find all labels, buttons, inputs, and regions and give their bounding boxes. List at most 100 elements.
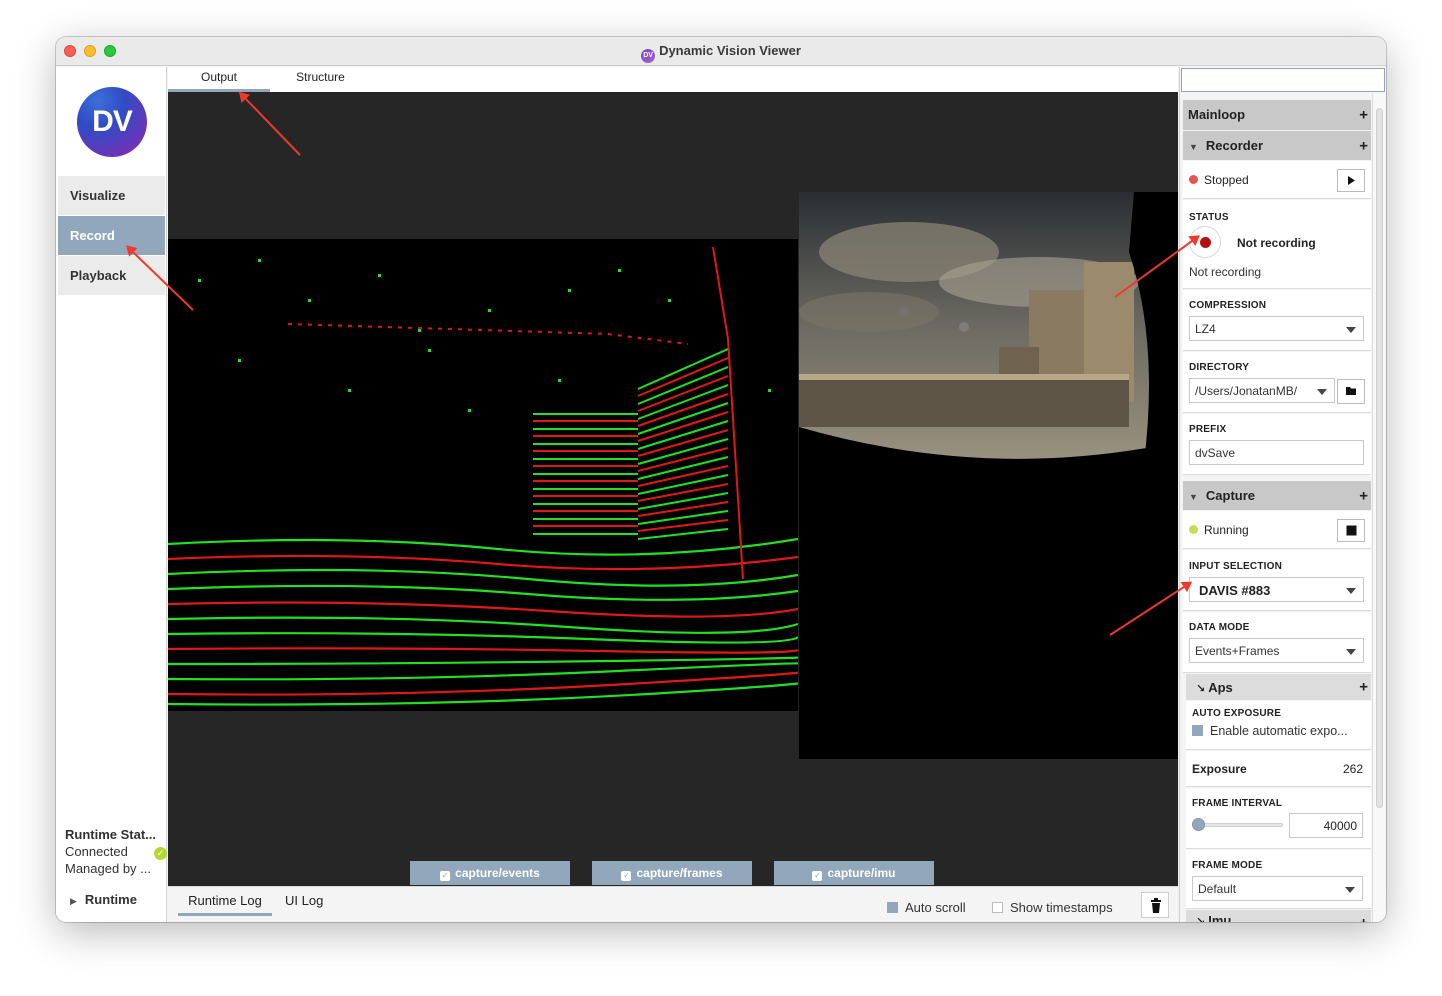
title-bar: DV Dynamic Vision Viewer xyxy=(56,37,1386,66)
stream-tab-capture-imu[interactable]: ✓ capture/imu xyxy=(774,861,934,885)
section-mainloop[interactable]: Mainloop + xyxy=(1183,100,1371,130)
collapse-arrow-icon: ↘ xyxy=(1196,916,1206,922)
frame-mode-card: FRAME MODE Default xyxy=(1186,850,1371,909)
input-selection-select[interactable]: DAVIS #883 xyxy=(1189,577,1364,602)
recorder-state-text: Stopped xyxy=(1204,173,1249,187)
add-icon[interactable]: + xyxy=(1359,487,1368,504)
exposure-label: Exposure xyxy=(1192,762,1247,776)
frame-visualization xyxy=(799,192,1178,462)
chevron-down-icon xyxy=(1346,588,1356,594)
runtime-status: Runtime Stat... Connected Managed by ...… xyxy=(65,826,167,877)
data-mode-select[interactable]: Events+Frames xyxy=(1189,638,1364,663)
frame-interval-slider[interactable] xyxy=(1192,818,1283,831)
recorder-state-row: Stopped xyxy=(1183,161,1371,199)
config-panel: Mainloop + ▼ Recorder + Stopped STATUS Not … xyxy=(1179,67,1386,922)
log-bar: Runtime Log UI Log Auto scroll Show time… xyxy=(168,886,1178,922)
section-aps[interactable]: ↘ Aps + xyxy=(1186,674,1371,700)
auto-exposure-checkbox[interactable]: Enable automatic expo... xyxy=(1192,724,1348,738)
folder-icon xyxy=(1346,387,1356,395)
slider-handle[interactable] xyxy=(1192,818,1205,831)
frame-interval-input[interactable]: 40000 xyxy=(1289,813,1363,838)
start-recorder-button[interactable] xyxy=(1337,169,1365,192)
prefix-card: PREFIX dvSave xyxy=(1183,414,1371,475)
trash-icon xyxy=(1151,898,1161,913)
tab-ui-log[interactable]: UI Log xyxy=(285,893,323,913)
app-window: DV Dynamic Vision Viewer DV Visualize Rec… xyxy=(56,37,1386,922)
running-status-icon xyxy=(1189,525,1198,534)
checkbox-checked-icon xyxy=(1192,725,1203,736)
directory-value: /Users/JonatanMB/ xyxy=(1195,384,1298,398)
capture-state-text: Running xyxy=(1204,523,1249,537)
exposure-value[interactable]: 262 xyxy=(1343,762,1363,776)
show-timestamps-checkbox[interactable]: Show timestamps xyxy=(992,900,1113,915)
clear-log-button[interactable] xyxy=(1141,892,1169,918)
stream-tab-label: capture/events xyxy=(455,866,540,880)
frame-mode-select[interactable]: Default xyxy=(1192,876,1363,901)
status-subtext: Not recording xyxy=(1189,265,1262,279)
prefix-input[interactable]: dvSave xyxy=(1189,440,1364,465)
runtime-tree-item[interactable]: ▶ Runtime xyxy=(70,892,137,907)
section-capture-title: Capture xyxy=(1205,488,1256,503)
auto-exposure-card: AUTO EXPOSURE Enable automatic expo... xyxy=(1186,701,1371,750)
chevron-down-icon xyxy=(1345,887,1355,893)
browse-directory-button[interactable] xyxy=(1337,379,1365,404)
window-title-text: Dynamic Vision Viewer xyxy=(659,43,801,58)
chevron-down-icon[interactable] xyxy=(1317,389,1327,395)
runtime-status-title: Runtime Stat... xyxy=(65,827,157,842)
section-capture[interactable]: ▼ Capture + xyxy=(1183,481,1371,510)
panel-scrollbar[interactable] xyxy=(1372,94,1385,922)
recorder-state: Stopped xyxy=(1189,173,1249,187)
recorder-status-card: STATUS Not recording Not recording xyxy=(1183,200,1371,289)
play-icon xyxy=(1348,176,1355,185)
collapse-triangle-icon: ▼ xyxy=(1189,142,1198,152)
left-sidebar: DV Visualize Record Playback Runtime Sta… xyxy=(56,67,167,922)
nav-record[interactable]: Record xyxy=(58,216,165,255)
stream-tab-capture-events[interactable]: ✓ capture/events xyxy=(410,861,570,885)
add-icon[interactable]: + xyxy=(1359,137,1368,154)
directory-input[interactable]: /Users/JonatanMB/ xyxy=(1189,378,1335,403)
add-icon[interactable]: + xyxy=(1359,679,1368,696)
stream-tab-capture-frames[interactable]: ✓ capture/frames xyxy=(592,861,752,885)
collapse-arrow-icon: ↘ xyxy=(1196,683,1206,695)
compression-select[interactable]: LZ4 xyxy=(1189,316,1364,341)
nav-visualize[interactable]: Visualize xyxy=(58,176,165,215)
event-camera-view[interactable] xyxy=(168,239,798,711)
frame-mode-label: FRAME MODE xyxy=(1192,860,1263,871)
output-viewport: ✓ capture/events ✓ capture/frames ✓ capture… xyxy=(168,92,1178,886)
auto-exposure-checkbox-label: Enable automatic expo... xyxy=(1210,724,1348,738)
window-title: DV Dynamic Vision Viewer xyxy=(56,43,1386,63)
add-icon[interactable]: + xyxy=(1359,915,1368,923)
checkbox-icon: ✓ xyxy=(440,871,451,881)
section-imu-title: Imu xyxy=(1208,913,1232,922)
capture-state-row: Running xyxy=(1183,511,1371,549)
section-aps-title: Aps xyxy=(1208,680,1233,695)
tab-structure[interactable]: Structure xyxy=(278,67,363,92)
tab-runtime-log[interactable]: Runtime Log xyxy=(178,893,272,916)
checkbox-checked-icon xyxy=(887,902,898,913)
section-recorder[interactable]: ▼ Recorder + xyxy=(1183,131,1371,160)
scroll-thumb[interactable] xyxy=(1376,108,1383,808)
panel-search-input[interactable] xyxy=(1181,68,1385,92)
runtime-connected: Connected xyxy=(65,844,128,859)
connected-check-icon: ✓ xyxy=(154,847,167,860)
nav-playback[interactable]: Playback xyxy=(58,256,165,295)
auto-scroll-label: Auto scroll xyxy=(905,900,966,915)
frame-camera-view[interactable] xyxy=(799,192,1178,462)
section-imu[interactable]: ↘Imu + xyxy=(1186,910,1371,922)
data-mode-label: DATA MODE xyxy=(1189,622,1250,633)
frame-mode-value: Default xyxy=(1198,882,1237,896)
add-icon[interactable]: + xyxy=(1359,107,1368,124)
input-selection-card: INPUT SELECTION DAVIS #883 xyxy=(1183,550,1371,611)
frame-camera-panel xyxy=(799,192,1178,759)
auto-scroll-checkbox[interactable]: Auto scroll xyxy=(887,900,966,915)
stream-tab-label: capture/imu xyxy=(827,866,896,880)
runtime-tree-label: Runtime xyxy=(84,892,137,907)
auto-exposure-label: AUTO EXPOSURE xyxy=(1192,708,1282,719)
capture-state: Running xyxy=(1189,523,1249,537)
tab-output[interactable]: Output xyxy=(168,67,270,92)
section-recorder-title: Recorder xyxy=(1205,138,1263,153)
section-mainloop-title: Mainloop xyxy=(1188,107,1246,122)
prefix-label: PREFIX xyxy=(1189,424,1227,435)
stop-capture-button[interactable] xyxy=(1337,519,1365,542)
stream-tab-label: capture/frames xyxy=(636,866,723,880)
